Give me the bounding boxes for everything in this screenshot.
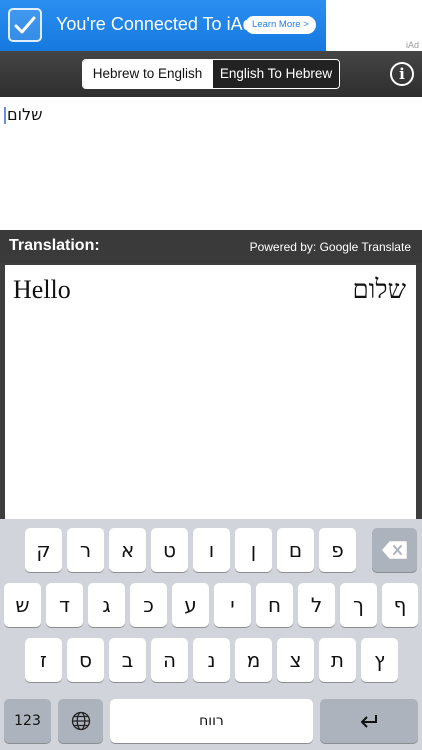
globe-key[interactable] — [58, 699, 103, 743]
ad-banner-blue-area[interactable]: You're Connected To iAd Learn More > — [0, 0, 326, 51]
key[interactable]: ג — [88, 583, 125, 627]
key[interactable]: ל — [298, 583, 335, 627]
learn-more-button[interactable]: Learn More > — [245, 16, 316, 34]
info-icon[interactable]: i — [390, 62, 414, 86]
return-key[interactable] — [320, 699, 418, 743]
return-icon — [361, 715, 377, 728]
key[interactable]: ב — [109, 638, 146, 682]
source-text-input[interactable]: שלום — [0, 97, 422, 230]
globe-icon — [71, 711, 90, 731]
key[interactable]: כ — [130, 583, 167, 627]
ad-banner[interactable]: You're Connected To iAd Learn More > iAd — [0, 0, 422, 51]
key[interactable]: ץ — [361, 638, 398, 682]
translation-english: Hello — [13, 275, 71, 304]
backspace-icon — [381, 541, 407, 559]
key[interactable]: ם — [277, 528, 314, 572]
text-cursor — [4, 107, 6, 124]
key[interactable]: ח — [256, 583, 293, 627]
key[interactable]: ו — [193, 528, 230, 572]
key[interactable]: ת — [319, 638, 356, 682]
source-text-value: שלום — [7, 105, 43, 124]
key[interactable]: ר — [67, 528, 104, 572]
navigation-bar: Hebrew to English English To Hebrew i — [0, 51, 422, 97]
key[interactable]: ף — [382, 583, 418, 627]
translation-title: Translation: — [9, 237, 100, 254]
backspace-key[interactable] — [372, 528, 417, 572]
key[interactable]: ן — [235, 528, 272, 572]
key[interactable]: ש — [4, 583, 41, 627]
space-key[interactable]: רווח — [110, 699, 313, 743]
iad-tag: iAd — [405, 40, 419, 50]
translation-result: Hello שלום — [5, 265, 416, 525]
key[interactable]: י — [214, 583, 251, 627]
direction-segmented-control: Hebrew to English English To Hebrew — [82, 59, 340, 89]
key[interactable]: ק — [25, 528, 62, 572]
key[interactable]: צ — [277, 638, 314, 682]
key[interactable]: ד — [46, 583, 83, 627]
key[interactable]: נ — [193, 638, 230, 682]
key[interactable]: ך — [340, 583, 377, 627]
hebrew-keyboard: ק ר א ט ו ן ם פ ש ד ג כ ע י ח ל ך ף ז ס … — [0, 519, 422, 750]
key[interactable]: ז — [25, 638, 62, 682]
key[interactable]: מ — [235, 638, 272, 682]
key[interactable]: ט — [151, 528, 188, 572]
powered-by-label: Powered by: Google Translate — [249, 240, 411, 254]
hebrew-to-english-segment[interactable]: Hebrew to English — [83, 60, 212, 88]
key[interactable]: ה — [151, 638, 188, 682]
ad-text: You're Connected To iAd — [56, 14, 253, 34]
translation-header: Translation: Powered by: Google Translat… — [0, 230, 422, 263]
checkmark-icon — [8, 8, 42, 42]
numbers-key[interactable]: 123 — [4, 699, 51, 743]
key[interactable]: פ — [319, 528, 356, 572]
key[interactable]: ס — [67, 638, 104, 682]
key[interactable]: א — [109, 528, 146, 572]
translation-hebrew: שלום — [352, 275, 406, 305]
key[interactable]: ע — [172, 583, 209, 627]
english-to-hebrew-segment[interactable]: English To Hebrew — [212, 60, 339, 88]
